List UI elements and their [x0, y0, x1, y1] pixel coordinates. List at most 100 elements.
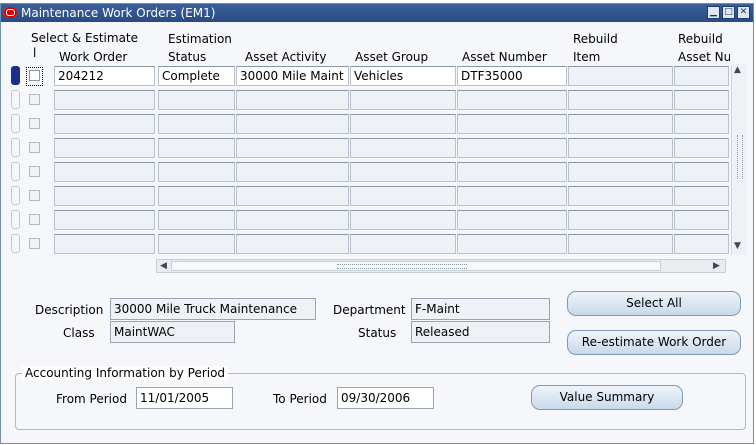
horizontal-scrollbar[interactable]: ◀ ▶	[156, 259, 726, 273]
asset-group-cell[interactable]	[350, 114, 456, 134]
asset-group-cell[interactable]	[350, 234, 456, 254]
class-field[interactable]: MaintWAC	[110, 321, 235, 343]
scroll-right-arrow-icon[interactable]: ▶	[713, 260, 720, 272]
asset-number-cell[interactable]	[457, 234, 567, 254]
department-field[interactable]: F-Maint	[411, 298, 550, 320]
work-order-cell[interactable]	[54, 162, 155, 182]
estimation-status-cell[interactable]	[158, 186, 235, 206]
estimation-status-cell[interactable]	[158, 162, 235, 182]
header-select-estimate-line2: l	[33, 46, 37, 60]
select-checkbox[interactable]	[29, 70, 40, 81]
asset-number-cell[interactable]	[457, 138, 567, 158]
rebuild-asset-cell[interactable]	[674, 234, 729, 254]
description-label: Description	[35, 303, 104, 317]
to-period-label: To Period	[273, 392, 327, 406]
asset-number-cell[interactable]	[457, 162, 567, 182]
scroll-left-arrow-icon[interactable]: ◀	[160, 260, 167, 272]
vertical-scrollbar[interactable]: ▲ ▼	[731, 65, 747, 255]
row-indicator[interactable]	[11, 90, 20, 109]
asset-group-cell[interactable]	[350, 186, 456, 206]
work-order-cell[interactable]: 204212	[54, 66, 155, 86]
estimation-status-cell[interactable]	[158, 234, 235, 254]
work-order-cell[interactable]	[54, 90, 155, 110]
asset-group-cell[interactable]	[350, 162, 456, 182]
asset-activity-cell[interactable]: 30000 Mile Maint	[236, 66, 349, 86]
value-summary-button[interactable]: Value Summary	[531, 385, 683, 410]
from-period-field[interactable]: 11/01/2005	[136, 387, 233, 409]
asset-activity-cell[interactable]	[236, 90, 349, 110]
asset-activity-cell[interactable]	[236, 234, 349, 254]
asset-group-cell[interactable]	[350, 210, 456, 230]
to-period-field[interactable]: 09/30/2006	[337, 387, 434, 409]
rebuild-item-cell[interactable]	[568, 90, 673, 110]
select-checkbox[interactable]	[29, 142, 40, 153]
asset-activity-cell[interactable]	[236, 186, 349, 206]
rebuild-asset-cell[interactable]	[674, 210, 729, 230]
asset-number-cell[interactable]	[457, 90, 567, 110]
asset-activity-cell[interactable]	[236, 138, 349, 158]
work-order-cell[interactable]	[54, 114, 155, 134]
minimize-icon[interactable]: ▁	[707, 6, 720, 19]
estimation-status-cell[interactable]: Complete	[158, 66, 235, 86]
rebuild-item-cell[interactable]	[568, 234, 673, 254]
select-checkbox[interactable]	[29, 214, 40, 225]
rebuild-item-cell[interactable]	[568, 114, 673, 134]
select-all-button[interactable]: Select All	[567, 291, 741, 316]
select-checkbox[interactable]	[29, 166, 40, 177]
reestimate-work-order-button[interactable]: Re-estimate Work Order	[567, 330, 741, 355]
row-indicator[interactable]	[11, 162, 20, 181]
rebuild-asset-cell[interactable]	[674, 90, 729, 110]
row-indicator[interactable]	[11, 186, 20, 205]
asset-activity-cell[interactable]	[236, 114, 349, 134]
asset-activity-cell[interactable]	[236, 162, 349, 182]
row-indicator[interactable]	[11, 210, 20, 229]
scroll-grip-icon[interactable]	[737, 135, 743, 179]
rebuild-item-cell[interactable]	[568, 66, 673, 86]
status-field[interactable]: Released	[411, 321, 550, 343]
estimation-status-cell[interactable]	[158, 138, 235, 158]
select-checkbox[interactable]	[29, 94, 40, 105]
asset-group-cell[interactable]	[350, 138, 456, 158]
asset-number-cell[interactable]: DTF35000	[457, 66, 567, 86]
asset-number-cell[interactable]	[457, 210, 567, 230]
rebuild-item-cell[interactable]	[568, 138, 673, 158]
rebuild-asset-cell[interactable]	[674, 114, 729, 134]
select-checkbox[interactable]	[29, 190, 40, 201]
work-order-cell[interactable]	[54, 234, 155, 254]
header-estimation-status-line2: Status	[168, 50, 207, 64]
rebuild-item-cell[interactable]	[568, 162, 673, 182]
scroll-down-arrow-icon[interactable]: ▼	[734, 241, 741, 251]
estimation-status-cell[interactable]	[158, 210, 235, 230]
close-icon[interactable]: ✕	[737, 6, 750, 19]
asset-number-cell[interactable]	[457, 114, 567, 134]
work-order-cell[interactable]	[54, 138, 155, 158]
rebuild-asset-cell[interactable]	[674, 66, 729, 86]
asset-group-cell[interactable]	[350, 90, 456, 110]
rebuild-asset-cell[interactable]	[674, 186, 729, 206]
row-indicator[interactable]	[11, 234, 20, 253]
status-label: Status	[358, 326, 397, 340]
asset-number-cell[interactable]	[457, 186, 567, 206]
select-checkbox[interactable]	[29, 118, 40, 129]
row-indicator[interactable]	[11, 66, 20, 85]
rebuild-asset-cell[interactable]	[674, 138, 729, 158]
work-order-cell[interactable]	[54, 186, 155, 206]
work-order-cell[interactable]	[54, 210, 155, 230]
row-indicator[interactable]	[11, 138, 20, 157]
select-checkbox[interactable]	[29, 238, 40, 249]
rebuild-asset-cell[interactable]	[674, 162, 729, 182]
row-indicator[interactable]	[11, 114, 20, 133]
scroll-up-arrow-icon[interactable]: ▲	[734, 65, 741, 75]
header-asset-activity: Asset Activity	[245, 50, 327, 64]
asset-group-cell[interactable]: Vehicles	[350, 66, 456, 86]
scroll-grip-icon	[337, 264, 467, 269]
maximize-icon[interactable]: □	[722, 6, 735, 19]
header-estimation-status-line1: Estimation	[168, 32, 232, 46]
header-rebuild-asset-line2: Asset Nu	[678, 50, 730, 64]
description-field[interactable]: 30000 Mile Truck Maintenance	[110, 298, 316, 320]
estimation-status-cell[interactable]	[158, 114, 235, 134]
asset-activity-cell[interactable]	[236, 210, 349, 230]
estimation-status-cell[interactable]	[158, 90, 235, 110]
rebuild-item-cell[interactable]	[568, 186, 673, 206]
rebuild-item-cell[interactable]	[568, 210, 673, 230]
